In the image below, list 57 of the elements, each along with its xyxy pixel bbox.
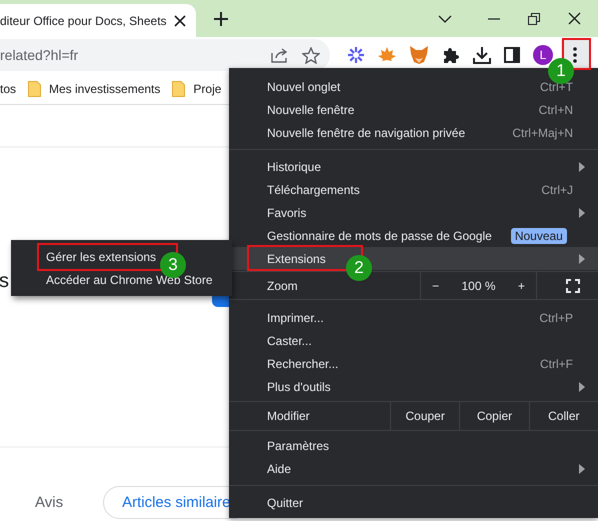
shortcut-label: Ctrl+F: [540, 356, 573, 370]
submenu-arrow-icon: [579, 208, 585, 218]
share-icon[interactable]: [271, 47, 289, 63]
zoom-out-button[interactable]: −: [432, 278, 440, 292]
restore-icon[interactable]: [528, 12, 540, 24]
shortcut-label: Ctrl+J: [541, 182, 573, 196]
page-tab[interactable]: Avis: [35, 486, 64, 519]
fox-icon[interactable]: [409, 46, 429, 64]
menu-item[interactable]: Nouvelle fenêtre de navigation privée Ctrl+Maj+N: [229, 121, 598, 144]
bookmark[interactable]: Proje: [172, 80, 222, 96]
url-text: related?hl=fr: [0, 47, 78, 63]
edit-button[interactable]: Couper: [390, 402, 460, 430]
zoom-in-button[interactable]: +: [518, 278, 525, 292]
download-icon[interactable]: [473, 46, 491, 64]
folder-icon: [172, 80, 186, 96]
edit-button[interactable]: Coller: [528, 402, 598, 430]
menu-item[interactable]: Aide: [229, 457, 598, 480]
menu-item[interactable]: Imprimer... Ctrl+P: [229, 306, 598, 329]
menu-item[interactable]: Favoris: [229, 201, 598, 224]
menu-item[interactable]: Téléchargements Ctrl+J: [229, 178, 598, 201]
tab-title: diteur Office pour Docs, Sheets: [0, 14, 168, 28]
folder-icon: [28, 80, 42, 96]
shortcut-label: Ctrl+N: [538, 102, 573, 116]
bookmark[interactable]: Mes investissements: [28, 80, 160, 96]
minimize-icon[interactable]: [488, 18, 500, 20]
submenu-arrow-icon: [579, 464, 585, 474]
shortcut-label: Ctrl+P: [539, 310, 573, 324]
asterisk-icon[interactable]: [347, 46, 365, 64]
new-badge: Nouveau: [510, 228, 567, 244]
side-panel-icon[interactable]: [504, 47, 520, 63]
browser-tab[interactable]: diteur Office pour Docs, Sheets: [0, 4, 196, 37]
menu-item[interactable]: Gestionnaire de mots de passe de Google Nouveau: [229, 224, 598, 247]
star-icon[interactable]: [302, 46, 320, 64]
menu-icon: [573, 47, 577, 63]
menu-item[interactable]: Plus d'outils: [229, 375, 598, 398]
close-icon[interactable]: [174, 14, 186, 26]
submenu-arrow-icon: [579, 254, 585, 264]
fullscreen-icon[interactable]: [566, 278, 580, 292]
menu-item[interactable]: Nouvelle fenêtre Ctrl+N: [229, 98, 598, 121]
avatar[interactable]: L: [533, 45, 553, 65]
menu-item[interactable]: Rechercher... Ctrl+F: [229, 352, 598, 375]
address-bar[interactable]: related?hl=fr: [0, 39, 330, 71]
menu-item[interactable]: Caster...: [229, 329, 598, 352]
close-icon[interactable]: [568, 12, 581, 25]
zoom-label: Zoom: [266, 278, 299, 292]
zoom-level: 100 %: [461, 278, 496, 292]
submenu-arrow-icon: [579, 162, 585, 172]
submenu-arrow-icon: [579, 382, 585, 392]
menu-item[interactable]: Historique: [229, 155, 598, 178]
shortcut-label: Ctrl+Maj+N: [512, 126, 573, 140]
bookmark[interactable]: tos: [0, 82, 16, 96]
puzzle-icon[interactable]: [442, 46, 460, 64]
menu-item[interactable]: Paramètres: [229, 434, 598, 457]
edit-button[interactable]: Copier: [459, 402, 529, 430]
edit-label: Modifier: [266, 409, 311, 423]
plus-icon[interactable]: [214, 12, 228, 26]
chevron-down-icon[interactable]: [438, 14, 452, 22]
